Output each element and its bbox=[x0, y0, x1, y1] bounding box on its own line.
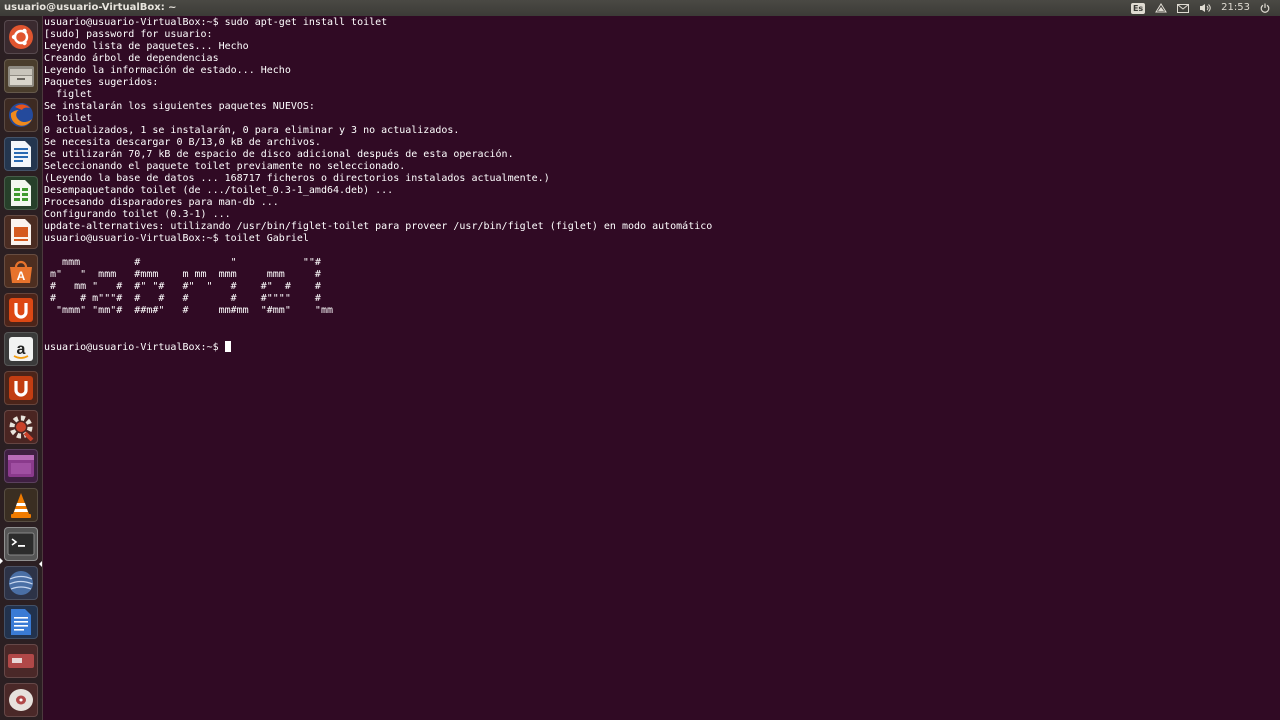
terminal-line: usuario@usuario-VirtualBox:~$ toilet Gab… bbox=[44, 233, 309, 244]
mail-icon[interactable] bbox=[1177, 0, 1190, 16]
top-panel: usuario@usuario-VirtualBox: ~ Es 21:53 bbox=[0, 0, 1280, 16]
workspace-switcher-icon[interactable] bbox=[4, 449, 38, 483]
svg-text:A: A bbox=[17, 269, 26, 283]
text-editor-icon[interactable] bbox=[4, 605, 38, 639]
clock[interactable]: 21:53 bbox=[1221, 0, 1250, 16]
terminal-line: Se instalarán los siguientes paquetes NU… bbox=[44, 101, 315, 112]
text-cursor bbox=[224, 341, 231, 352]
terminal-output[interactable]: usuario@usuario-VirtualBox:~$ sudo apt-g… bbox=[44, 17, 1280, 720]
terminal-line: Configurando toilet (0.3-1) ... bbox=[44, 209, 231, 220]
ubuntu-one-icon[interactable] bbox=[4, 293, 38, 327]
globe-app-icon[interactable] bbox=[4, 566, 38, 600]
removable-drive-icon[interactable] bbox=[4, 644, 38, 678]
optical-drive-icon[interactable] bbox=[4, 683, 38, 717]
terminal-line: Procesando disparadores para man-db ... bbox=[44, 197, 279, 208]
terminal-line: 0 actualizados, 1 se instalarán, 0 para … bbox=[44, 125, 460, 136]
files-icon[interactable] bbox=[4, 59, 38, 93]
terminal-line: Desempaquetando toilet (de .../toilet_0.… bbox=[44, 185, 394, 196]
ascii-art-line: m" " mmm #mmm m mm mmm mmm # bbox=[44, 269, 321, 280]
terminal-line: Se necesita descargar 0 B/13,0 kB de arc… bbox=[44, 137, 321, 148]
terminal-line: Leyendo lista de paquetes... Hecho bbox=[44, 41, 249, 52]
terminal-line: Creando árbol de dependencias bbox=[44, 53, 219, 64]
volume-icon[interactable] bbox=[1199, 0, 1211, 16]
vlc-icon[interactable] bbox=[4, 488, 38, 522]
terminal-line: update-alternatives: utilizando /usr/bin… bbox=[44, 221, 713, 232]
impress-icon[interactable] bbox=[4, 215, 38, 249]
network-icon[interactable] bbox=[1155, 0, 1168, 16]
terminal-line: Seleccionando el paquete toilet previame… bbox=[44, 161, 406, 172]
ascii-art-line: mmm # " ""# bbox=[44, 257, 321, 268]
terminal-text: usuario@usuario-VirtualBox:~$ sudo apt-g… bbox=[44, 17, 1280, 354]
dash-icon[interactable] bbox=[4, 20, 38, 54]
ascii-art-line: # # m"""# # # # # #"""" # bbox=[44, 293, 321, 304]
terminal-line: Leyendo la información de estado... Hech… bbox=[44, 65, 291, 76]
writer-icon[interactable] bbox=[4, 137, 38, 171]
firefox-icon[interactable] bbox=[4, 98, 38, 132]
running-indicator bbox=[0, 558, 3, 564]
window-title: usuario@usuario-VirtualBox: ~ bbox=[4, 2, 177, 13]
terminal-line: (Leyendo la base de datos ... 168717 fic… bbox=[44, 173, 550, 184]
prompt: usuario@usuario-VirtualBox:~$ bbox=[44, 342, 225, 353]
svg-text:a: a bbox=[17, 341, 26, 358]
system-settings-icon[interactable] bbox=[4, 410, 38, 444]
terminal-line: figlet bbox=[44, 89, 93, 100]
terminal-line: [sudo] password for usuario: bbox=[44, 29, 213, 40]
power-icon[interactable] bbox=[1260, 0, 1270, 16]
terminal-line: usuario@usuario-VirtualBox:~$ sudo apt-g… bbox=[44, 17, 388, 28]
keyboard-icon[interactable]: Es bbox=[1130, 0, 1146, 16]
terminal-line: Paquetes sugeridos: bbox=[44, 77, 159, 88]
keyboard-layout-badge: Es bbox=[1130, 2, 1146, 14]
amazon-icon[interactable]: a bbox=[4, 332, 38, 366]
terminal-line: Se utilizarán 70,7 kB de espacio de disc… bbox=[44, 149, 514, 160]
terminal-line: toilet bbox=[44, 113, 93, 124]
indicator-tray: Es 21:53 bbox=[1130, 0, 1280, 16]
terminal-icon[interactable] bbox=[4, 527, 38, 561]
calc-icon[interactable] bbox=[4, 176, 38, 210]
ascii-art-line: "mmm" "mm"# ##m#" # mm#mm "#mm" "mm bbox=[44, 305, 333, 316]
focused-indicator bbox=[39, 561, 42, 567]
software-center-icon[interactable]: A bbox=[4, 254, 38, 288]
ascii-art-line: # mm " # #" "# #" " # #" # # bbox=[44, 281, 321, 292]
launcher: A a bbox=[0, 16, 43, 720]
ubuntu-one-music-icon[interactable] bbox=[4, 371, 38, 405]
